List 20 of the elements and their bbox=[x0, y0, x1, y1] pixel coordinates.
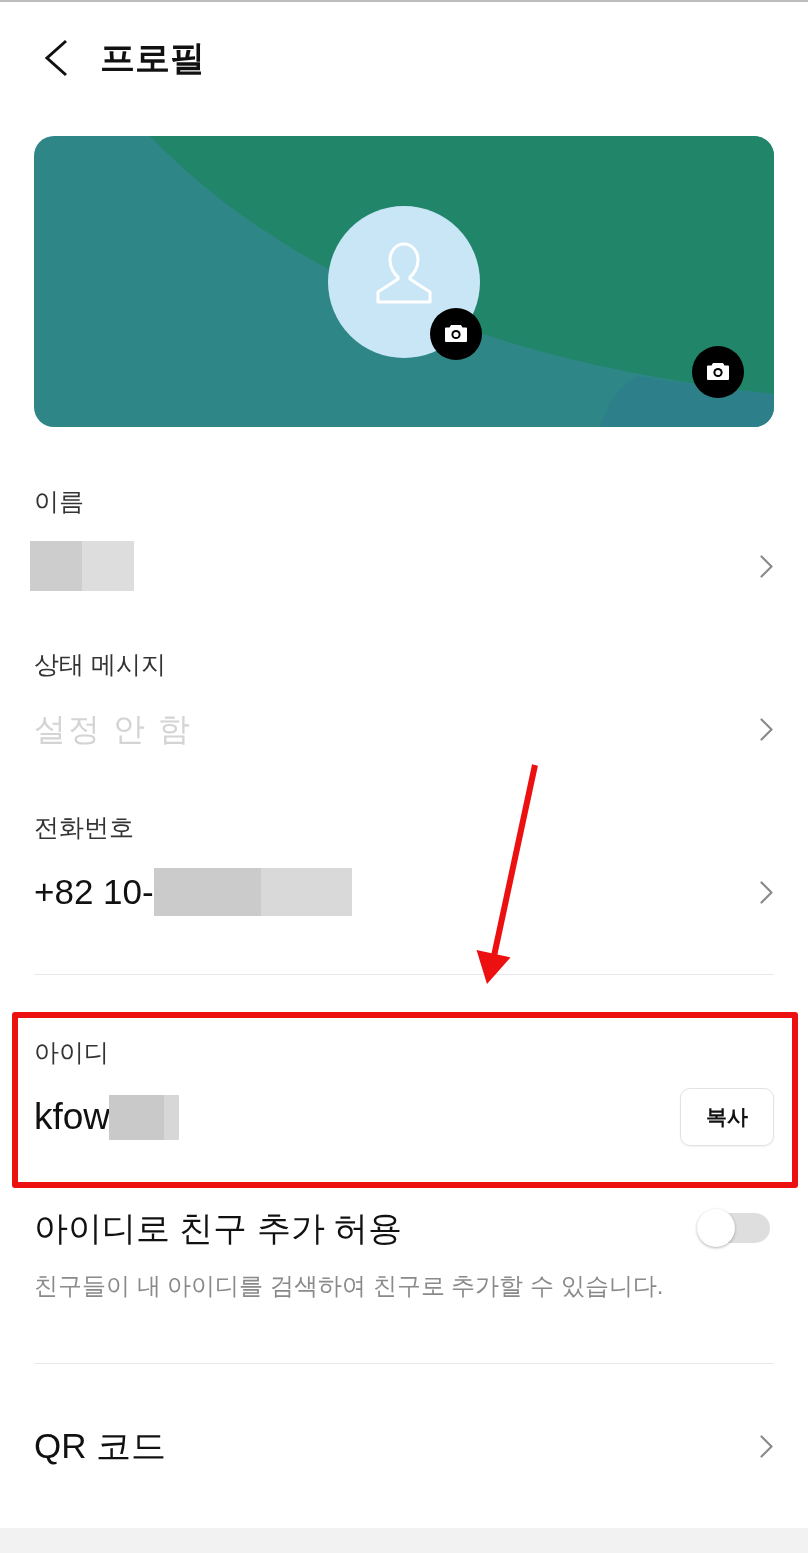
field-value: kfow bbox=[34, 1095, 111, 1139]
back-icon[interactable] bbox=[44, 39, 68, 77]
person-icon bbox=[374, 241, 434, 304]
nav-label[interactable]: QR 코드 bbox=[34, 1424, 167, 1468]
field-label: 이름 bbox=[34, 486, 84, 517]
toggle-switch[interactable] bbox=[697, 1209, 770, 1247]
chevron-right-icon[interactable] bbox=[760, 554, 773, 578]
copy-button[interactable]: 복사 bbox=[680, 1088, 774, 1146]
camera-icon[interactable] bbox=[692, 346, 744, 398]
field-label: 아이디 bbox=[34, 1037, 109, 1068]
field-value: +82 10- bbox=[34, 871, 154, 913]
chevron-right-icon[interactable] bbox=[760, 1434, 773, 1458]
chevron-right-icon[interactable] bbox=[760, 880, 773, 904]
camera-icon[interactable] bbox=[430, 307, 482, 360]
field-label: 상태 메시지 bbox=[34, 649, 166, 680]
page-title: 프로필 bbox=[100, 37, 205, 79]
field-label: 전화번호 bbox=[34, 812, 134, 843]
toggle-label: 아이디로 친구 추가 허용 bbox=[34, 1208, 403, 1249]
toggle-description: 친구들이 내 아이디를 검색하여 친구로 추가할 수 있습니다. bbox=[34, 1271, 664, 1301]
chevron-right-icon[interactable] bbox=[760, 717, 773, 741]
